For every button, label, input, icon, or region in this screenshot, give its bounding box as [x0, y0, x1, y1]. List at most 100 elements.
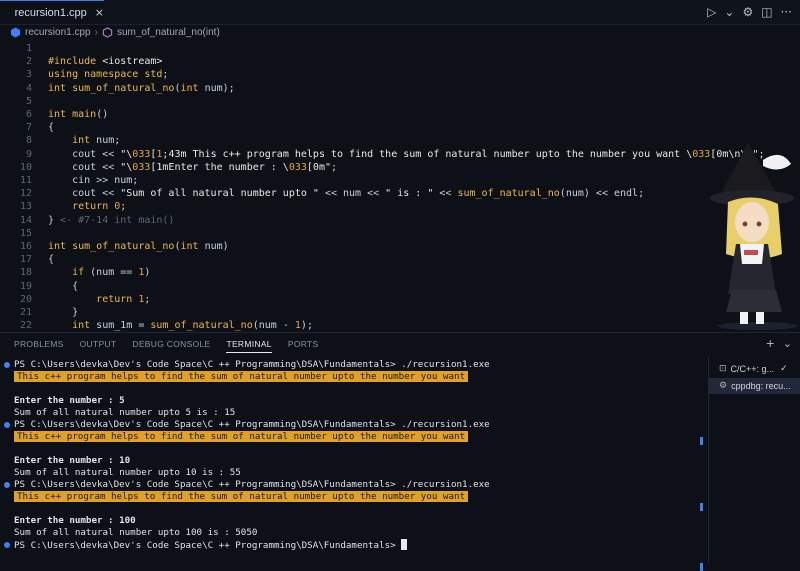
code-line: cout << "\033[1;43m This c++ program hel…: [48, 148, 765, 161]
panel-tabs: PROBLEMS OUTPUT DEBUG CONSOLE TERMINAL PORTS: [14, 339, 318, 353]
code-line: return 0;: [48, 200, 126, 213]
cpp-file-icon: C: [8, 7, 9, 19]
highlighted-output: This c++ program helps to find the sum o…: [14, 371, 468, 382]
command-decoration-icon[interactable]: [4, 542, 10, 548]
scrollbar-marker[interactable]: [700, 437, 703, 445]
code-line: {: [48, 280, 78, 293]
code-line: int sum_of_natural_no(int num);: [48, 82, 235, 95]
line-number: 2: [0, 55, 32, 68]
gear-icon: ⚙: [719, 381, 727, 391]
breadcrumb-symbol[interactable]: sum_of_natural_no(int): [117, 27, 220, 38]
check-icon: ✓: [780, 364, 788, 374]
tab-terminal[interactable]: TERMINAL: [226, 339, 271, 353]
terminal-session[interactable]: ⊡ C/C++: g... ✓: [709, 361, 800, 377]
line-number: 19: [0, 280, 32, 293]
line-number: 14: [0, 214, 32, 227]
more-icon[interactable]: ···: [781, 5, 792, 19]
line-number: 1: [0, 42, 32, 55]
terminal-line: Enter the number : 10: [14, 455, 130, 467]
line-number: 16: [0, 240, 32, 253]
line-number: 13: [0, 200, 32, 213]
terminal-line: This c++ program helps to find the sum o…: [14, 371, 468, 383]
chevron-down-icon[interactable]: ⌄: [783, 337, 792, 350]
terminal-line: This c++ program helps to find the sum o…: [14, 491, 468, 503]
command-decoration-icon[interactable]: [4, 482, 10, 488]
line-number: 22: [0, 319, 32, 332]
tab-recursion1[interactable]: C recursion1.cpp ×: [0, 0, 104, 24]
line-number: 9: [0, 148, 32, 161]
line-number: 7: [0, 121, 32, 134]
terminal[interactable]: PS C:\Users\devka\Dev's Code Space\C ++ …: [0, 357, 706, 563]
line-number: 21: [0, 306, 32, 319]
terminal-line: PS C:\Users\devka\Dev's Code Space\C ++ …: [14, 419, 490, 431]
tab-output[interactable]: OUTPUT: [80, 339, 117, 353]
tab-ports[interactable]: PORTS: [288, 339, 319, 353]
code-line: cout << "\033[1mEnter the number : \033[…: [48, 161, 337, 174]
close-icon[interactable]: ×: [95, 6, 104, 19]
chevron-down-icon[interactable]: ⌄: [724, 5, 734, 19]
code-line: cin >> num;: [48, 174, 138, 187]
line-number: 3: [0, 68, 32, 81]
tab-problems[interactable]: PROBLEMS: [14, 339, 64, 353]
session-label: C/C++: g...: [731, 364, 775, 374]
line-number: 10: [0, 161, 32, 174]
breadcrumb-separator: ›: [95, 27, 98, 38]
breadcrumb-file[interactable]: recursion1.cpp: [25, 27, 91, 38]
highlighted-output: This c++ program helps to find the sum o…: [14, 491, 468, 502]
line-number: 18: [0, 266, 32, 279]
code-line: int num;: [48, 134, 120, 147]
terminal-icon: ⊡: [719, 364, 727, 374]
panel-actions: + ⌄: [766, 337, 792, 350]
code-line: using namespace std;: [48, 68, 168, 81]
breadcrumb: recursion1.cpp › sum_of_natural_no(int): [0, 24, 800, 40]
code-line: #include <iostream>: [48, 55, 162, 68]
code-line: {: [48, 121, 54, 134]
line-number: 4: [0, 82, 32, 95]
code-line: } <- #7-14 int main(): [48, 214, 174, 227]
line-number: 20: [0, 293, 32, 306]
line-number: 6: [0, 108, 32, 121]
terminal-line: Enter the number : 5: [14, 395, 125, 407]
highlighted-output: This c++ program helps to find the sum o…: [14, 431, 468, 442]
code-line: {: [48, 253, 54, 266]
code-line: cout << "Sum of all natural number upto …: [48, 187, 644, 200]
split-editor-icon[interactable]: ◫: [761, 5, 772, 19]
symbol-method-icon: [102, 27, 113, 38]
bottom-panel: PROBLEMS OUTPUT DEBUG CONSOLE TERMINAL PORTS…: [0, 332, 800, 563]
code-line: int main(): [48, 108, 108, 121]
session-label: cppdbg: recu...: [731, 381, 791, 391]
terminal-line: Sum of all natural number upto 5 is : 15: [14, 407, 235, 419]
line-number: 15: [0, 227, 32, 240]
cpp-file-icon: [10, 27, 21, 38]
code-line: if (num == 1): [48, 266, 150, 279]
gear-icon[interactable]: ⚙: [742, 5, 753, 19]
scrollbar-marker[interactable]: [700, 563, 703, 571]
terminal-line: Sum of all natural number upto 10 is : 5…: [14, 467, 241, 479]
line-number: 11: [0, 174, 32, 187]
terminal-line: PS C:\Users\devka\Dev's Code Space\C ++ …: [14, 359, 490, 371]
line-number: 17: [0, 253, 32, 266]
terminal-line: PS C:\Users\devka\Dev's Code Space\C ++ …: [14, 539, 407, 552]
run-icon[interactable]: ▷: [707, 5, 716, 19]
terminal-line: PS C:\Users\devka\Dev's Code Space\C ++ …: [14, 479, 490, 491]
terminal-session-list: ⊡ C/C++: g... ✓ ⚙ cppdbg: recu...: [708, 357, 800, 563]
terminal-line: Enter the number : 100: [14, 515, 136, 527]
code-line: int sum_1m = sum_of_natural_no(num - 1);: [48, 319, 313, 332]
terminal-line: This c++ program helps to find the sum o…: [14, 431, 468, 443]
line-number: 12: [0, 187, 32, 200]
code-editor[interactable]: 12345678910111213141516171819202122#incl…: [0, 40, 800, 332]
terminal-cursor: [401, 539, 407, 550]
command-decoration-icon[interactable]: [4, 362, 10, 368]
line-number: 8: [0, 134, 32, 147]
command-decoration-icon[interactable]: [4, 422, 10, 428]
tab-debug-console[interactable]: DEBUG CONSOLE: [132, 339, 210, 353]
editor-tab-bar: C recursion1.cpp × ▷ ⌄ ⚙ ◫ ···: [0, 0, 800, 25]
scrollbar-marker[interactable]: [700, 503, 703, 511]
code-line: }: [48, 306, 78, 319]
code-line: return 1;: [48, 293, 150, 306]
character-artwork: [708, 140, 800, 330]
add-terminal-icon[interactable]: +: [766, 337, 775, 350]
terminal-session[interactable]: ⚙ cppdbg: recu...: [709, 378, 800, 394]
code-line: int sum_of_natural_no(int num): [48, 240, 229, 253]
editor-actions: ▷ ⌄ ⚙ ◫ ···: [707, 3, 792, 21]
